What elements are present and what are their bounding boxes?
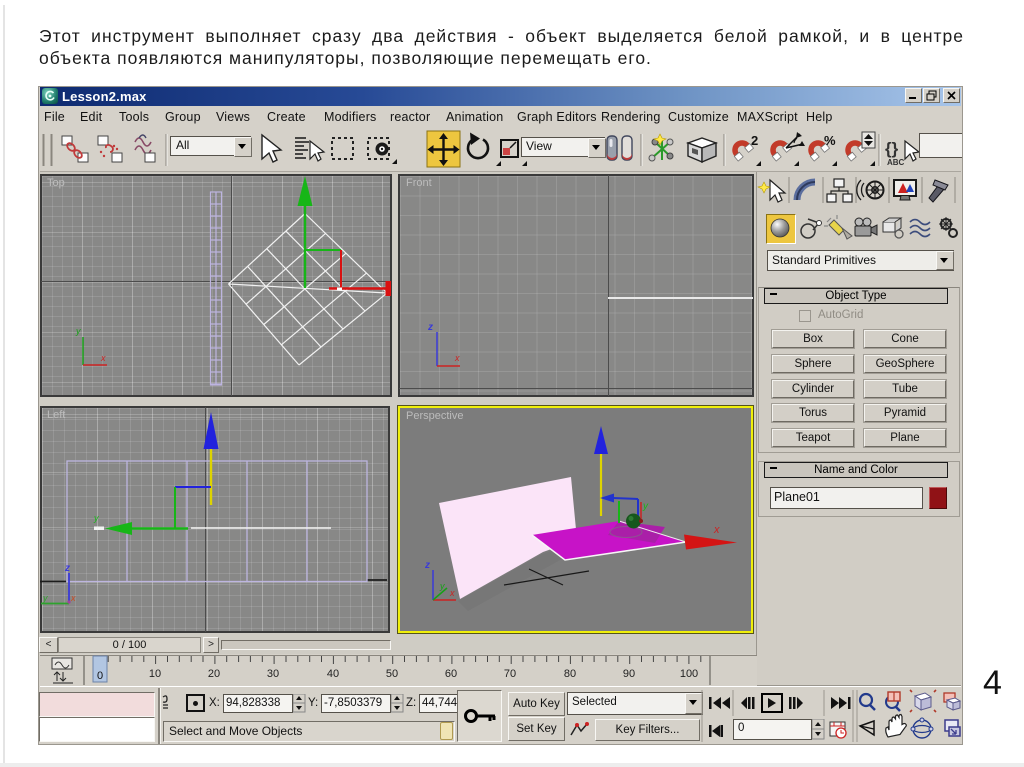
svg-text:z: z: [64, 563, 70, 574]
svg-text:x: x: [454, 353, 460, 363]
svg-text:y: y: [42, 593, 48, 603]
svg-text:0: 0: [97, 670, 103, 682]
svg-text:x: x: [70, 593, 76, 603]
svg-text:y: y: [75, 326, 81, 336]
svg-text:z: z: [427, 322, 433, 333]
svg-text:y: y: [642, 501, 649, 512]
svg-text:z: z: [424, 560, 430, 571]
svg-text:y: y: [93, 513, 99, 523]
svg-text:x: x: [100, 353, 106, 363]
svg-text:x: x: [449, 588, 455, 598]
svg-text:y: y: [439, 581, 445, 591]
svg-text:x: x: [713, 524, 720, 536]
